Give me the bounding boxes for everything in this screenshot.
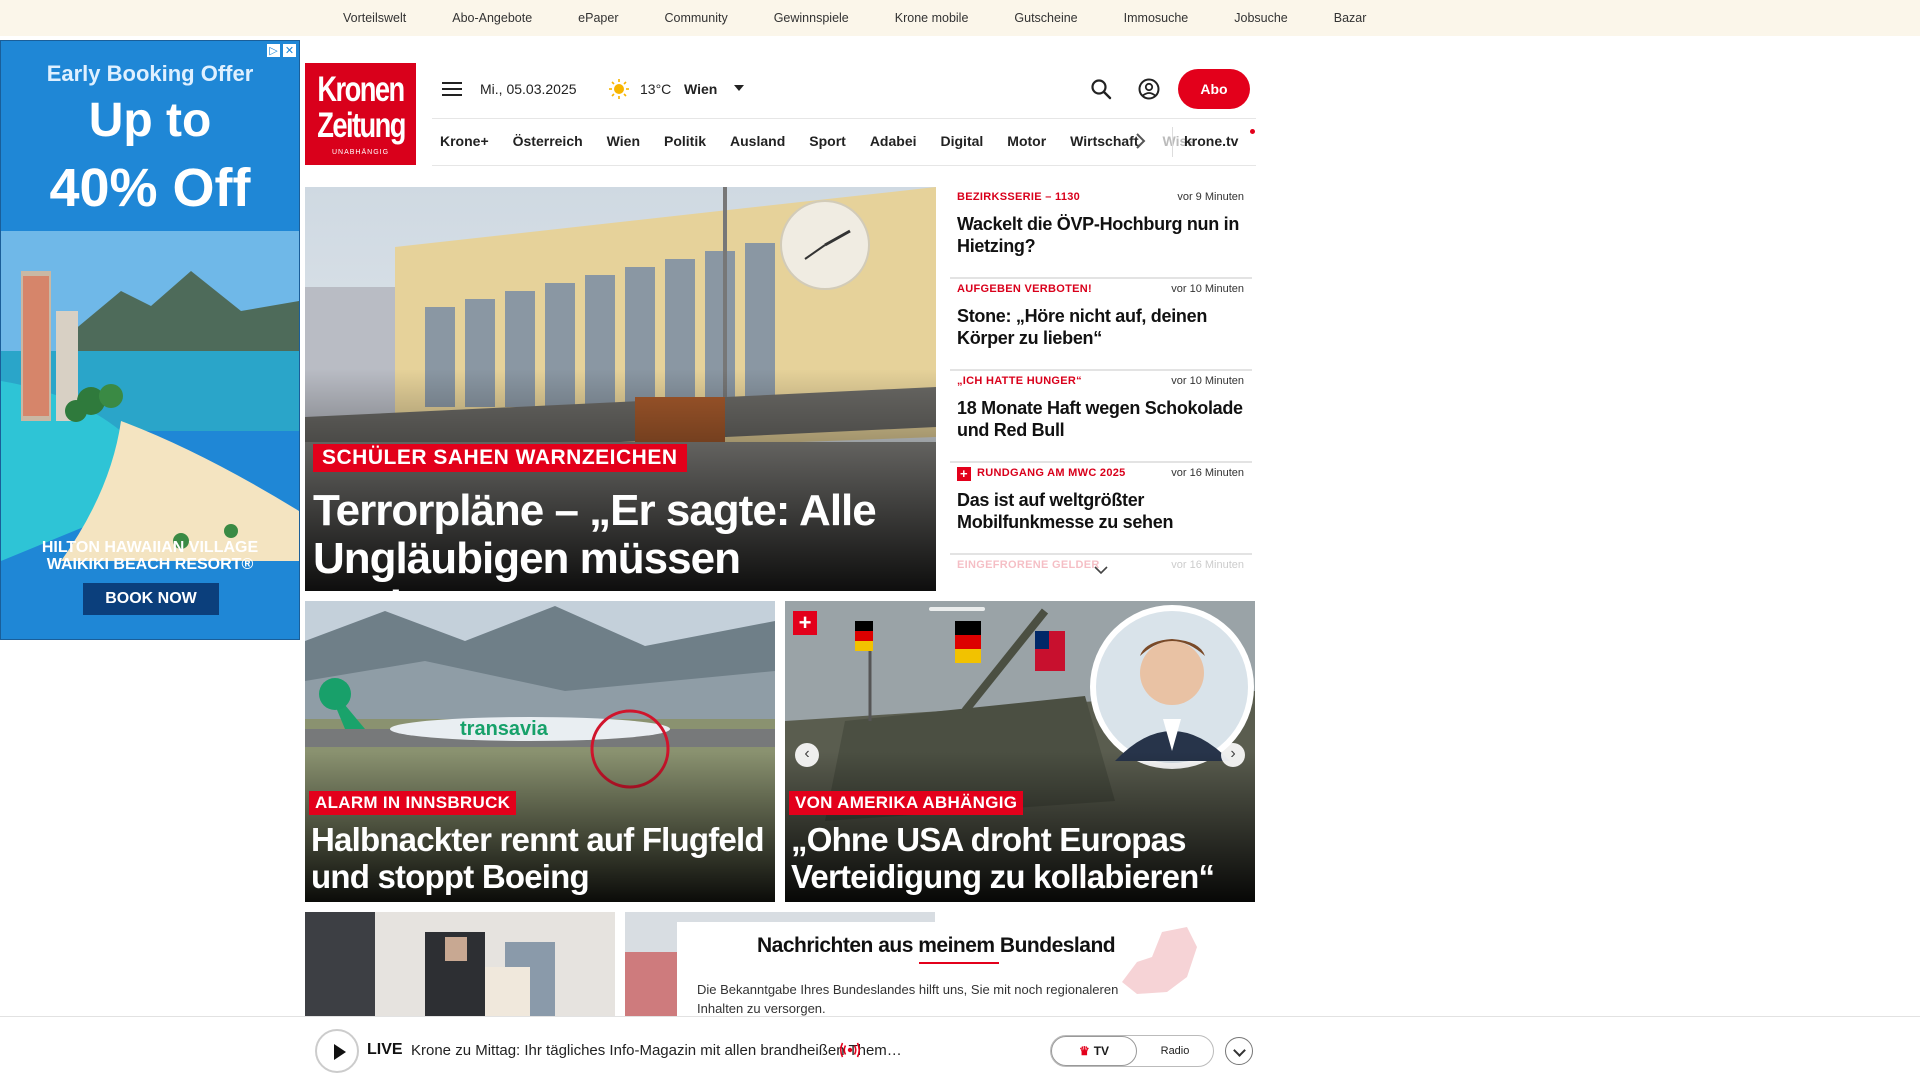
nav-divider [1172, 127, 1173, 157]
ticker-kicker: + RUNDGANG AM MWC 2025 [957, 467, 1126, 481]
nav-item-wien[interactable]: Wien [607, 133, 640, 149]
current-date: Mi., 05.03.2025 [480, 81, 577, 97]
ticker-time: vor 16 Minuten [1171, 467, 1244, 479]
tv-toggle[interactable]: ♛ TV [1051, 1036, 1137, 1066]
ad-close-icon[interactable]: ✕ [282, 43, 297, 58]
bundesland-title: Nachrichten aus meinem Bundesland [757, 934, 1116, 957]
ticker-kicker: AUFGEBEN VERBOTEN! [957, 283, 1092, 295]
ad-hotel-name: HILTON HAWAIIAN VILLAGE WAIKIKI BEACH RE… [41, 539, 259, 573]
kronen-zeitung-logo[interactable]: Kronen Zeitung UNABHÄNGIG [305, 63, 416, 165]
tv-radio-switch: ♛ TV Radio [1050, 1035, 1214, 1067]
hotel-ad-banner[interactable]: ▷ ✕ Early Booking Offer Up to 40% Off HI… [0, 40, 300, 640]
ticker-kicker: „ICH HATTE HUNGER“ [957, 375, 1082, 387]
utility-link-abo-angebote[interactable]: Abo-Angebote [452, 11, 532, 25]
user-account-icon[interactable] [1138, 78, 1160, 100]
courtroom-photo [305, 912, 615, 1022]
krone-plus-badge: + [793, 611, 817, 635]
nav-item-digital[interactable]: Digital [941, 133, 984, 149]
carousel-indicator [929, 607, 985, 611]
utility-bar: Vorteilswelt Abo-Angebote ePaper Communi… [0, 0, 1920, 36]
ticker-title: Wackelt die ÖVP-Hochburg nun in Hietzing… [957, 214, 1240, 256]
carousel-prev-icon[interactable]: ‹ [795, 743, 819, 767]
chevron-down-icon[interactable] [734, 85, 744, 91]
live-player-bar: LIVE Krone zu Mittag: Ihr tägliches Info… [0, 1016, 1920, 1080]
beach-resort-image [1, 231, 299, 561]
nav-list: Krone+ Österreich Wien Politik Ausland S… [440, 133, 1195, 149]
teaser-kicker: VON AMERIKA ABHÄNGIG [789, 791, 1024, 815]
menu-icon[interactable] [442, 82, 462, 98]
chevron-down-icon[interactable] [1094, 565, 1108, 575]
nav-item-krone-plus[interactable]: Krone+ [440, 133, 489, 149]
ad-info-icon[interactable]: ▷ [266, 43, 281, 58]
teaser-title: Halbnackter rennt auf Flugfeld und stopp… [311, 821, 765, 895]
ticker-item[interactable]: „ICH HATTE HUNGER“ vor 10 Minuten 18 Mon… [950, 371, 1252, 463]
nav-item-wirtschaft[interactable]: Wirtschaft [1070, 133, 1138, 149]
utility-link-vorteilswelt[interactable]: Vorteilswelt [343, 11, 406, 25]
crown-icon: ♛ [1078, 1044, 1090, 1058]
teaser-kicker: ALARM IN INNSBRUCK [309, 791, 517, 815]
utility-link-krone-mobile[interactable]: Krone mobile [895, 11, 969, 25]
teaser-article[interactable]: transavia ALARM IN INNSBRUCK Halbnackter… [305, 601, 775, 902]
utility-link-immosuche[interactable]: Immosuche [1124, 11, 1189, 25]
ad-headline: Early Booking Offer [46, 61, 254, 86]
nav-item-ausland[interactable]: Ausland [730, 133, 785, 149]
utility-link-gutscheine[interactable]: Gutscheine [1014, 11, 1077, 25]
hero-article[interactable]: SCHÜLER SAHEN WARNZEICHEN Terrorpläne – … [305, 187, 936, 591]
ticker-title: 18 Monate Haft wegen Schokolade und Red … [957, 398, 1243, 440]
news-ticker: BEZIRKSSERIE – 1130 vor 9 Minuten Wackel… [950, 187, 1252, 587]
utility-link-epaper[interactable]: ePaper [578, 11, 618, 25]
teaser-title: „Ohne USA droht Europas Verteidigung zu … [791, 821, 1215, 895]
hero-kicker: SCHÜLER SAHEN WARNZEICHEN [313, 444, 687, 472]
live-label: LIVE [367, 1041, 403, 1058]
ad-offer-line2: 40% Off [49, 158, 251, 218]
ticker-item[interactable]: + RUNDGANG AM MWC 2025 vor 16 Minuten Das… [950, 463, 1252, 555]
broadcast-icon [839, 1042, 861, 1058]
ticker-item[interactable]: BEZIRKSSERIE – 1130 vor 9 Minuten Wackel… [950, 187, 1252, 279]
ticker-time: vor 10 Minuten [1171, 283, 1244, 295]
court-article-image[interactable] [305, 912, 615, 1022]
nav-item-adabei[interactable]: Adabei [870, 133, 917, 149]
live-indicator-dot [1250, 129, 1255, 134]
ticker-time: vor 10 Minuten [1171, 375, 1244, 387]
teaser-article[interactable]: + ‹ › VON AMERIKA ABHÄNGIG „Ohne USA dro… [785, 601, 1255, 902]
krone-plus-badge: + [957, 467, 971, 481]
play-button[interactable] [315, 1029, 359, 1073]
ticker-title: Das ist auf weltgrößter Mobilfunkmesse z… [957, 490, 1174, 532]
nav-item-politik[interactable]: Politik [664, 133, 706, 149]
abo-button[interactable]: Abo [1178, 69, 1250, 109]
ad-choices[interactable]: ▷ ✕ [266, 43, 297, 58]
hero-title: Terrorpläne – „Er sagte: Alle Ungläubige… [313, 486, 877, 592]
sun-icon [609, 79, 629, 99]
ticker-kicker: BEZIRKSSERIE – 1130 [957, 191, 1081, 203]
chevron-right-icon[interactable] [1132, 130, 1150, 152]
ticker-time: vor 16 Minuten [1171, 559, 1244, 571]
carousel-next-icon[interactable]: › [1221, 743, 1245, 767]
title-underline [919, 962, 999, 964]
utility-link-community[interactable]: Community [664, 11, 727, 25]
utility-link-jobsuche[interactable]: Jobsuche [1234, 11, 1288, 25]
live-program-title[interactable]: Krone zu Mittag: Ihr tägliches Info-Maga… [411, 1042, 902, 1059]
utility-link-bazar[interactable]: Bazar [1334, 11, 1367, 25]
main-navigation: Krone+ Österreich Wien Politik Ausland S… [432, 118, 1256, 166]
nav-item-motor[interactable]: Motor [1007, 133, 1046, 149]
ticker-time: vor 9 Minuten [1177, 191, 1244, 203]
expand-player-icon[interactable] [1225, 1037, 1253, 1065]
city-selector[interactable]: Wien [684, 81, 717, 97]
ad-offer-line1: Up to [88, 94, 212, 147]
utility-links: Vorteilswelt Abo-Angebote ePaper Communi… [343, 11, 1412, 25]
nav-item-sport[interactable]: Sport [809, 133, 846, 149]
temperature: 13°C [640, 81, 672, 97]
ticker-title: Stone: „Höre nicht auf, deinen Körper zu… [957, 306, 1208, 348]
ticker-kicker: EINGEFRORENE GELDER [957, 559, 1100, 571]
radio-toggle[interactable]: Radio [1137, 1036, 1213, 1066]
bundesland-description: Die Bekanntgabe Ihres Bundeslandes hilft… [697, 982, 1119, 1016]
nav-item-oesterreich[interactable]: Österreich [513, 133, 583, 149]
nav-item-krone-tv[interactable]: krone.tv [1184, 133, 1238, 149]
ticker-item[interactable]: AUFGEBEN VERBOTEN! vor 10 Minuten Stone:… [950, 279, 1252, 371]
utility-link-gewinnspiele[interactable]: Gewinnspiele [774, 11, 849, 25]
book-now-button[interactable]: BOOK NOW [83, 583, 219, 615]
search-icon[interactable] [1090, 78, 1112, 100]
